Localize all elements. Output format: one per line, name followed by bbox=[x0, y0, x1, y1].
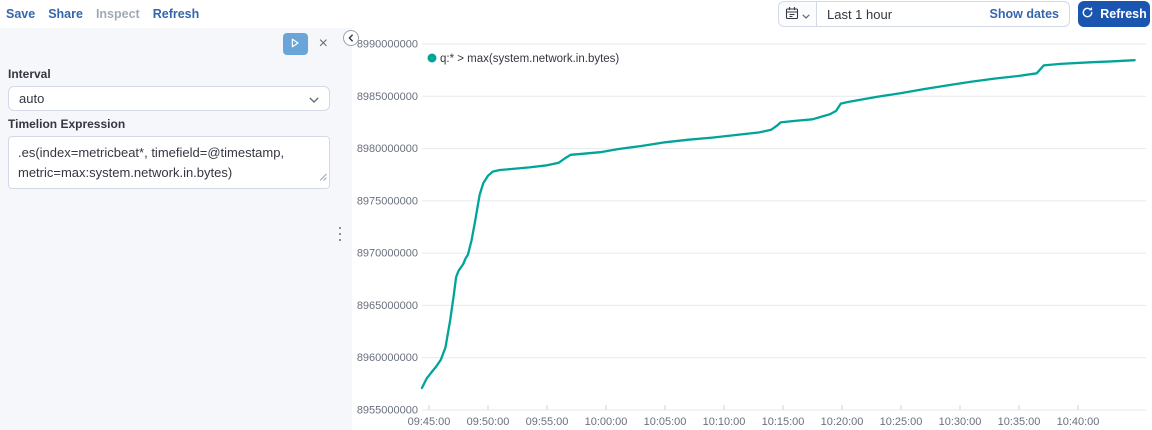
x-axis-tick-label: 09:50:00 bbox=[467, 416, 510, 428]
collapse-panel-button[interactable] bbox=[343, 30, 359, 46]
series-line bbox=[420, 59, 1136, 390]
y-axis-tick-label: 8985000000 bbox=[357, 91, 418, 103]
panel-resize-handle[interactable] bbox=[339, 227, 341, 241]
chevron-down-icon bbox=[309, 91, 319, 106]
timelion-expression-input[interactable]: .es(index=metricbeat*, timefield=@timest… bbox=[8, 136, 330, 189]
share-button[interactable]: Share bbox=[48, 7, 83, 21]
inspect-button[interactable]: Inspect bbox=[96, 7, 140, 21]
y-axis-tick-label: 8990000000 bbox=[357, 39, 418, 51]
refresh-icon bbox=[1081, 6, 1094, 22]
timelion-editor-panel: × Interval auto Timelion Expression .es(… bbox=[0, 28, 352, 430]
date-quick-select-button[interactable] bbox=[779, 2, 817, 26]
x-axis-tick-label: 10:40:00 bbox=[1057, 416, 1100, 428]
chevron-down-icon bbox=[802, 7, 810, 22]
legend-label: q:* > max(system.network.in.bytes) bbox=[440, 53, 619, 65]
x-axis-tick-label: 09:55:00 bbox=[526, 416, 569, 428]
editor-form: Interval auto Timelion Expression .es(in… bbox=[0, 67, 352, 189]
date-range-value[interactable]: Last 1 hour bbox=[817, 7, 892, 22]
x-axis-tick-label: 10:35:00 bbox=[998, 416, 1041, 428]
resize-handle-icon[interactable] bbox=[318, 167, 327, 187]
x-axis-tick-label: 10:20:00 bbox=[821, 416, 864, 428]
refresh-button-label: Refresh bbox=[1100, 7, 1147, 21]
main-content: × Interval auto Timelion Expression .es(… bbox=[0, 28, 1152, 430]
editor-toolbar: × bbox=[0, 31, 352, 61]
chart-area: 8955000000 8960000000 8965000000 8970000000… bbox=[352, 28, 1152, 430]
interval-select[interactable]: auto bbox=[8, 86, 330, 111]
close-editor-icon[interactable]: × bbox=[317, 36, 330, 52]
refresh-query-button[interactable]: Refresh bbox=[1078, 1, 1150, 27]
y-axis-tick-label: 8960000000 bbox=[357, 352, 418, 364]
x-axis-tick-label: 10:30:00 bbox=[939, 416, 982, 428]
calendar-icon bbox=[785, 6, 799, 23]
y-axis-tick-label: 8955000000 bbox=[357, 405, 418, 417]
interval-selected-value: auto bbox=[19, 91, 45, 106]
x-axis-tick-label: 10:00:00 bbox=[585, 416, 628, 428]
interval-label: Interval bbox=[8, 67, 51, 81]
save-button[interactable]: Save bbox=[6, 7, 35, 21]
refresh-nav-button[interactable]: Refresh bbox=[153, 7, 200, 21]
y-axis-tick-label: 8965000000 bbox=[357, 300, 418, 312]
x-axis-tick-label: 10:10:00 bbox=[703, 416, 746, 428]
top-nav-menu: Save Share Inspect Refresh bbox=[6, 7, 199, 21]
date-picker-area: Last 1 hour Show dates Refresh bbox=[778, 1, 1150, 27]
expression-label: Timelion Expression bbox=[8, 117, 126, 131]
legend-marker-icon bbox=[427, 53, 437, 63]
super-date-picker: Last 1 hour Show dates bbox=[778, 1, 1070, 27]
y-axis-tick-label: 8970000000 bbox=[357, 248, 418, 260]
x-axis-tick-label: 10:05:00 bbox=[644, 416, 687, 428]
run-expression-button[interactable] bbox=[282, 33, 308, 55]
y-axis-tick-label: 8980000000 bbox=[357, 143, 418, 155]
y-axis-tick-label: 8975000000 bbox=[357, 195, 418, 207]
expression-text: .es(index=metricbeat*, timefield=@timest… bbox=[18, 145, 285, 180]
x-axis-tick-label: 10:25:00 bbox=[880, 416, 923, 428]
x-axis-tick-label: 10:15:00 bbox=[762, 416, 805, 428]
top-bar: Save Share Inspect Refresh Last 1 hour S… bbox=[0, 0, 1152, 28]
x-axis-tick-label: 09:45:00 bbox=[408, 416, 451, 428]
play-icon bbox=[289, 37, 301, 52]
timelion-chart[interactable]: 8955000000 8960000000 8965000000 8970000000… bbox=[352, 28, 1152, 430]
show-dates-link[interactable]: Show dates bbox=[990, 7, 1069, 21]
